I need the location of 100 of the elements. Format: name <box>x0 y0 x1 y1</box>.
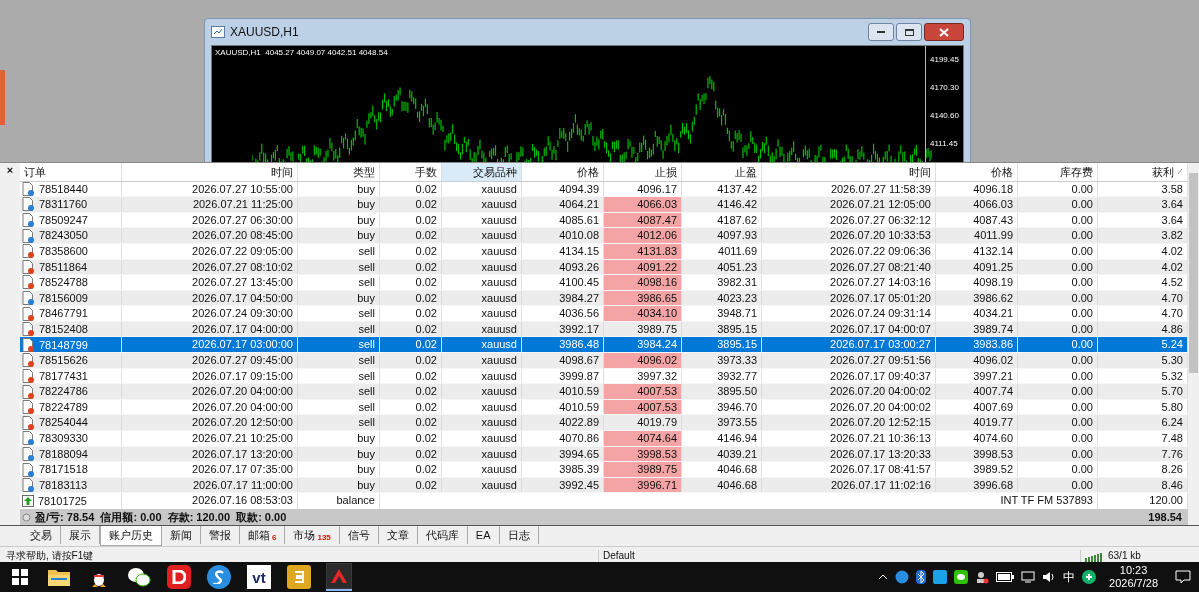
app-icon[interactable]: vt <box>247 565 271 589</box>
user-icon[interactable] <box>975 570 990 584</box>
tab[interactable]: 日志 <box>499 526 539 544</box>
table-cell: xauusd <box>442 384 522 399</box>
table-cell: 78224789 <box>20 399 122 415</box>
clock-time[interactable]: 10:23 <box>1119 564 1148 577</box>
notification-icon[interactable] <box>1175 570 1191 584</box>
table-cell: 78177431 <box>20 368 122 384</box>
column-header[interactable]: 交易品种 <box>442 163 522 181</box>
table-cell: 0.00 <box>1018 212 1098 228</box>
table-cell: 3989.74 <box>936 321 1018 337</box>
table-cell: balance <box>336 493 375 509</box>
table-cell: 2026.07.27 14:03:16 <box>762 275 936 290</box>
tab[interactable]: 交易 <box>22 526 61 544</box>
table-cell: 2026.07.20 08:45:00 <box>122 228 298 243</box>
price-label: 4199.45 <box>929 55 960 65</box>
table-cell: 78509247 <box>20 212 122 228</box>
table-cell: 4137.42 <box>682 181 762 197</box>
table-cell: buy <box>298 212 380 228</box>
table-cell: 2026.07.17 05:01:20 <box>762 290 936 306</box>
table-cell: 0.02 <box>380 228 442 243</box>
folder-icon[interactable] <box>47 567 71 587</box>
table-cell: 2026.07.17 07:35:00 <box>122 462 298 477</box>
tab[interactable]: 代码库 <box>417 526 468 544</box>
chat-icon[interactable] <box>954 570 969 584</box>
table-cell: 0.00 <box>1018 477 1098 493</box>
app-icon[interactable] <box>207 565 231 589</box>
table-cell: 0.00 <box>1018 399 1098 415</box>
table-cell: 2026.07.20 04:00:02 <box>762 399 936 415</box>
network-icon[interactable] <box>1021 571 1036 583</box>
table-cell: 2026.07.20 10:33:53 <box>762 228 936 243</box>
table-cell: 0.02 <box>380 384 442 399</box>
table-cell: 3986.48 <box>522 337 604 353</box>
table-cell: 4019.79 <box>604 415 682 431</box>
table-cell: 3999.87 <box>522 368 604 384</box>
table-cell: xauusd <box>442 321 522 337</box>
tray-app-icon[interactable] <box>933 570 948 584</box>
traffic-text: 63/1 kb <box>1108 550 1141 562</box>
table-cell: 2026.07.20 04:00:00 <box>122 384 298 399</box>
tray-app-icon[interactable] <box>1082 570 1097 584</box>
table-cell: 4011.99 <box>936 228 1018 243</box>
bluetooth-icon[interactable] <box>916 570 927 584</box>
scrollbar-thumb[interactable] <box>1189 173 1198 373</box>
table-cell: xauusd <box>442 306 522 321</box>
table-cell: 0.00 <box>1018 337 1098 353</box>
chat-icon[interactable] <box>127 566 151 588</box>
table-cell: 2026.07.24 09:31:14 <box>762 306 936 321</box>
table-cell: 78183113 <box>20 477 122 493</box>
table-cell: 4096.18 <box>936 181 1018 197</box>
table-cell: 0.02 <box>380 462 442 477</box>
table-cell: 4007.53 <box>604 384 682 399</box>
table-cell: 0.02 <box>380 399 442 415</box>
table-cell: 4034.10 <box>604 306 682 321</box>
table-cell: 4066.03 <box>604 197 682 212</box>
total-profit: 198.54 <box>1148 509 1183 525</box>
tab[interactable]: 信号 <box>339 526 379 544</box>
table-cell: buy <box>298 197 380 212</box>
table-cell: 3983.86 <box>936 337 1018 353</box>
battery-icon[interactable] <box>996 572 1015 582</box>
table-cell: 2026.07.17 13:20:33 <box>762 446 936 462</box>
tab[interactable]: 文章 <box>378 526 418 544</box>
table-cell: xauusd <box>442 415 522 431</box>
maximize-button[interactable] <box>896 23 922 41</box>
tab[interactable]: 账户历史 <box>100 526 162 546</box>
close-button[interactable]: × <box>6 163 14 177</box>
tab[interactable]: 警报 <box>201 526 240 544</box>
table-cell: 2026.07.16 08:53:03 <box>192 493 293 509</box>
table-cell: 78188094 <box>20 446 122 462</box>
speaker-icon[interactable] <box>1042 571 1057 583</box>
table-cell: 78358600 <box>20 243 122 259</box>
app-icon[interactable] <box>167 565 191 589</box>
table-cell: 120.00 <box>1149 493 1183 509</box>
table-cell: 2026.07.24 09:30:00 <box>122 306 298 321</box>
close-button[interactable] <box>924 23 964 41</box>
table-cell: 78156009 <box>20 290 122 306</box>
table-cell: sell <box>298 368 380 384</box>
table-cell: 4146.42 <box>682 197 762 212</box>
table-cell: 78171518 <box>20 462 122 477</box>
table-cell: 0.02 <box>380 181 442 197</box>
table-cell: buy <box>298 446 380 462</box>
minimize-button[interactable] <box>868 23 894 41</box>
tab[interactable]: 新闻 <box>162 526 201 544</box>
table-cell: 4098.16 <box>604 275 682 290</box>
table-cell: xauusd <box>442 197 522 212</box>
table-cell: 4098.19 <box>936 275 1018 290</box>
table-cell: 0.00 <box>1018 259 1098 275</box>
table-cell: 0.00 <box>1018 228 1098 243</box>
table-cell: 3989.75 <box>604 462 682 477</box>
table-cell: 4066.03 <box>936 197 1018 212</box>
ime-indicator[interactable]: 中 <box>1063 568 1076 586</box>
table-cell: 2026.07.22 09:06:36 <box>762 243 936 259</box>
clock-date[interactable]: 2026/7/28 <box>1109 577 1158 590</box>
table-cell: 2026.07.27 06:32:12 <box>762 212 936 228</box>
table-cell: 3948.71 <box>682 306 762 321</box>
chevron-up-icon[interactable] <box>878 574 889 580</box>
tab[interactable]: EA <box>467 526 500 544</box>
table-cell: buy <box>298 181 380 197</box>
grid-icon <box>12 569 28 585</box>
table-cell: 3895.15 <box>682 337 762 353</box>
table-cell: 2026.07.17 11:00:00 <box>122 477 298 493</box>
